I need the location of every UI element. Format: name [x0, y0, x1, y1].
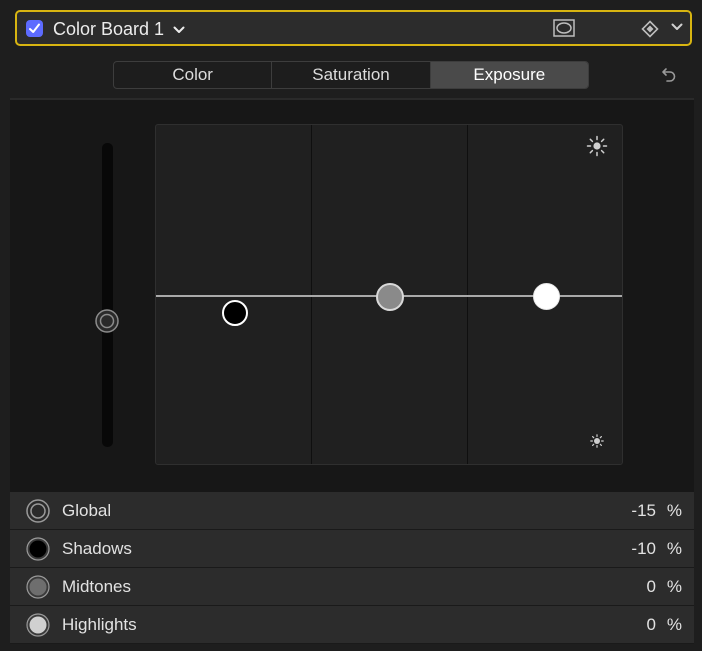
sun-large-icon	[586, 135, 608, 157]
tab-saturation[interactable]: Saturation	[272, 62, 431, 88]
color-board-inspector: Color Board 1 Color Saturation Exposure	[0, 0, 702, 651]
row-global[interactable]: Global -15 %	[10, 492, 694, 530]
global-slider-track[interactable]	[102, 143, 113, 447]
unit-label: %	[666, 577, 682, 596]
shadows-puck-icon	[26, 537, 50, 561]
chevron-down-icon[interactable]	[671, 23, 683, 31]
global-puck[interactable]	[95, 309, 119, 333]
row-label: Shadows	[62, 539, 132, 558]
row-midtones[interactable]: Midtones 0 %	[10, 568, 694, 606]
shadows-value[interactable]: -10	[631, 539, 656, 559]
row-shadows[interactable]: Shadows -10 %	[10, 530, 694, 568]
row-label: Midtones	[62, 577, 131, 596]
row-highlights[interactable]: Highlights 0 %	[10, 606, 694, 644]
effect-header[interactable]: Color Board 1	[15, 10, 692, 46]
chevron-down-icon	[173, 26, 185, 34]
sun-small-icon	[590, 434, 604, 448]
midtones-value[interactable]: 0	[647, 577, 656, 597]
shadows-puck[interactable]	[222, 300, 248, 326]
highlights-puck-icon	[26, 613, 50, 637]
midtones-puck-icon	[26, 575, 50, 599]
midtones-puck[interactable]	[376, 283, 404, 311]
unit-label: %	[666, 501, 682, 520]
checkmark-icon	[29, 23, 40, 33]
exposure-values: Global -15 % Shadows -10 % Midtones 0 %	[10, 492, 694, 644]
exposure-grid[interactable]	[155, 124, 623, 465]
row-label: Global	[62, 501, 112, 520]
keyframe-icon[interactable]	[641, 20, 659, 38]
reset-icon[interactable]	[660, 66, 678, 84]
tab-color[interactable]: Color	[114, 62, 273, 88]
color-board-tabs: Color Saturation Exposure	[113, 61, 589, 89]
enable-checkbox[interactable]	[26, 20, 43, 37]
effect-title[interactable]: Color Board 1	[53, 19, 185, 40]
highlights-value[interactable]: 0	[647, 615, 656, 635]
tab-exposure[interactable]: Exposure	[430, 62, 588, 88]
unit-label: %	[666, 539, 682, 558]
global-puck-icon	[26, 499, 50, 523]
global-value[interactable]: -15	[631, 501, 656, 521]
row-label: Highlights	[62, 615, 137, 634]
unit-label: %	[666, 615, 682, 634]
highlights-puck[interactable]	[533, 283, 560, 310]
effect-title-label: Color Board 1	[53, 19, 165, 39]
mask-icon[interactable]	[553, 19, 575, 37]
